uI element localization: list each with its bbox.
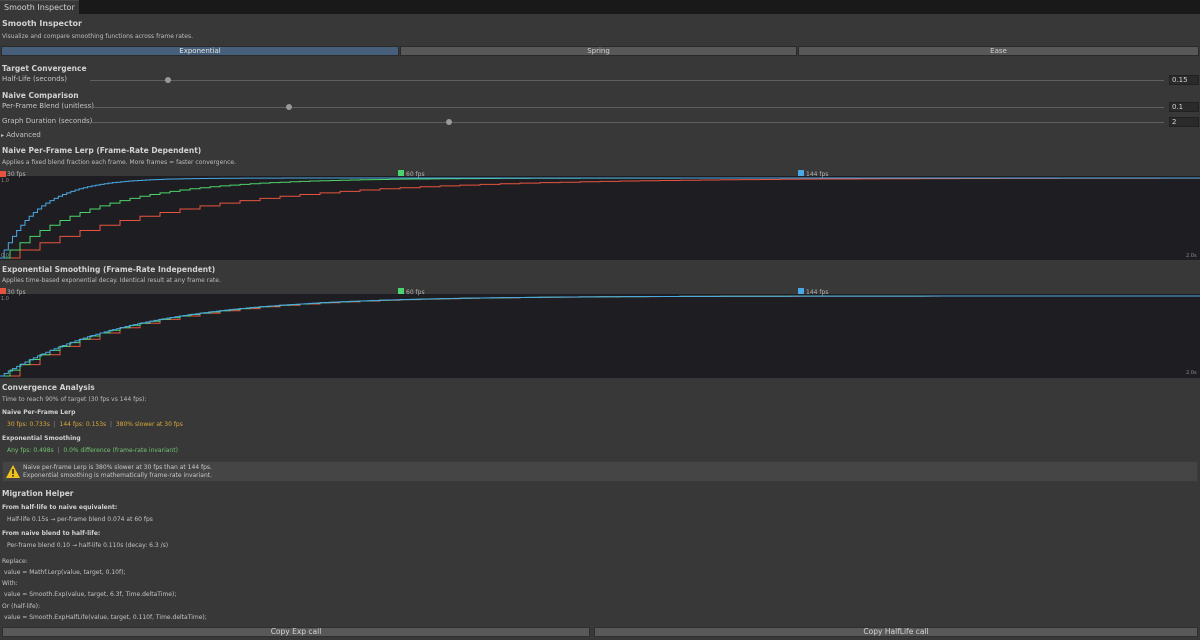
mode-exponential-button[interactable]: Exponential [1, 46, 399, 56]
convergence-heading: Convergence Analysis [2, 383, 95, 392]
warning-icon [6, 465, 20, 478]
mode-spring-button[interactable]: Spring [400, 46, 797, 56]
migration-heading: Migration Helper [2, 489, 74, 498]
naive-y-bottom-label: 0.0 [1, 253, 9, 259]
tab-smooth-inspector[interactable]: Smooth Inspector [0, 0, 79, 14]
exp-series-60fps [0, 295, 1200, 377]
from-half-life-line: Half-life 0.15s → per-frame blend 0.074 … [7, 516, 153, 523]
copy-halflife-call-button[interactable]: Copy HalfLife call [594, 627, 1198, 637]
exp-smoothing-heading: Exponential Smoothing [2, 435, 81, 442]
naive-graph-title: Naive Per-Frame Lerp (Frame-Rate Depende… [2, 146, 202, 155]
chevron-right-icon: ▸ [1, 132, 5, 139]
exp-series-144fps [0, 295, 1200, 377]
exp-any-fps-result: Any fps: 0.498s [7, 447, 54, 454]
from-blend-heading: From naive blend to half-life: [2, 530, 101, 537]
exp-diff-result: 0.0% difference (frame-rate invariant) [63, 447, 178, 454]
graph-duration-label: Graph Duration (seconds) [2, 117, 93, 125]
convergence-subtitle: Time to reach 90% of target (30 fps vs 1… [2, 396, 147, 403]
naive-diff-result: 380% slower at 30 fps [115, 421, 183, 428]
warning-line-2: Exponential smoothing is mathematically … [23, 472, 213, 479]
legend-30fps-swatch [0, 171, 6, 177]
legend2-60fps-swatch [398, 288, 404, 294]
exp-y-top-label: 1.0 [1, 296, 9, 302]
naive-series-60fps [0, 177, 1200, 259]
per-frame-blend-slider-track[interactable] [90, 107, 1164, 108]
or-half-life-code[interactable]: value = Smooth.ExpHalfLife(value, target… [4, 614, 207, 621]
or-half-life-label: Or (half-life): [2, 603, 41, 610]
warning-box: Naive per-frame Lerp is 380% slower at 3… [2, 461, 1198, 482]
per-frame-blend-label: Per-Frame Blend (unitless) [2, 102, 94, 110]
per-frame-blend-field[interactable]: 0.1 [1169, 102, 1199, 112]
graph-duration-field[interactable]: 2 [1169, 117, 1199, 127]
naive-x-end-label: 2.0s [1186, 253, 1197, 259]
exp-graph-subtitle: Applies time-based exponential decay. Id… [2, 277, 221, 284]
page-title: Smooth Inspector [2, 19, 82, 28]
legend-144fps-swatch [798, 170, 804, 176]
warning-line-1: Naive per-frame Lerp is 380% slower at 3… [23, 464, 212, 471]
with-label: With: [2, 580, 18, 587]
advanced-label: Advanced [6, 131, 41, 139]
legend-30fps-label: 30 fps [7, 171, 26, 178]
graph-duration-slider-track[interactable] [90, 122, 1164, 123]
legend-60fps-swatch [398, 170, 404, 176]
legend2-30fps-swatch [0, 288, 6, 294]
half-life-label: Half-Life (seconds) [2, 75, 68, 83]
naive-graph [0, 176, 1200, 260]
exp-graph [0, 294, 1200, 378]
naive-30fps-result: 30 fps: 0.733s [7, 421, 50, 428]
target-convergence-heading: Target Convergence [2, 64, 87, 73]
replace-label: Replace: [2, 558, 28, 565]
half-life-field[interactable]: 0.15 [1169, 75, 1199, 85]
advanced-foldout[interactable]: ▸ Advanced [1, 131, 41, 139]
half-life-slider-knob[interactable] [165, 77, 171, 83]
replace-code[interactable]: value = Mathf.Lerp(value, target, 0.10f)… [4, 569, 125, 576]
legend2-144fps-swatch [798, 288, 804, 294]
tab-bar: Smooth Inspector [0, 0, 1200, 14]
naive-144fps-result: 144 fps: 0.153s [59, 421, 107, 428]
from-blend-line: Per-frame blend 0.10 → half-life 0.110s … [7, 542, 169, 549]
from-half-life-heading: From half-life to naive equivalent: [2, 504, 118, 511]
exp-x-end-label: 2.0s [1186, 370, 1197, 376]
page-subtitle: Visualize and compare smoothing function… [2, 33, 194, 40]
legend-144fps-label: 144 fps [806, 171, 829, 178]
exp-series-30fps [0, 295, 1200, 377]
naive-y-top-label: 1.0 [1, 178, 9, 184]
naive-graph-subtitle: Applies a fixed blend fraction each fram… [2, 159, 236, 166]
naive-comparison-heading: Naive Comparison [2, 91, 79, 100]
legend2-30fps-label: 30 fps [7, 289, 26, 296]
exp-graph-title: Exponential Smoothing (Frame-Rate Indepe… [2, 265, 216, 274]
mode-ease-button[interactable]: Ease [798, 46, 1199, 56]
per-frame-blend-slider-knob[interactable] [286, 104, 292, 110]
legend2-60fps-label: 60 fps [406, 289, 425, 296]
copy-exp-call-button[interactable]: Copy Exp call [2, 627, 590, 637]
naive-graph-plot [0, 177, 1200, 259]
with-code[interactable]: value = Smooth.Exp(value, target, 6.3f, … [4, 591, 176, 598]
naive-results-row: 30 fps: 0.733s | 144 fps: 0.153s | 380% … [7, 421, 183, 428]
legend2-144fps-label: 144 fps [806, 289, 829, 296]
naive-lerp-heading: Naive Per-Frame Lerp [2, 409, 76, 416]
exp-results-row: Any fps: 0.498s | 0.0% difference (frame… [7, 447, 178, 454]
exp-graph-plot [0, 295, 1200, 377]
half-life-slider-track[interactable] [90, 80, 1164, 81]
legend-60fps-label: 60 fps [406, 171, 425, 178]
graph-duration-slider-knob[interactable] [446, 119, 452, 125]
